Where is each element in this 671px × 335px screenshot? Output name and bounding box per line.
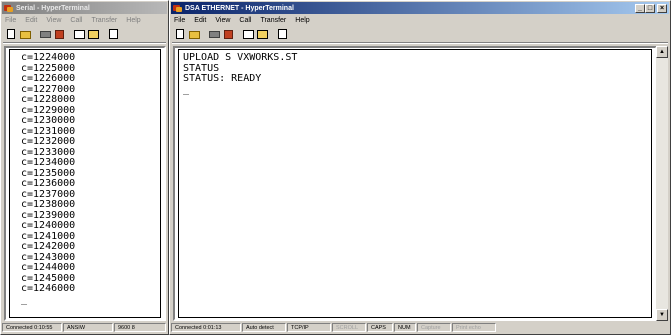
status-bar: Connected 0:10:55 ANSIW 9600 8 xyxy=(2,322,167,333)
terminal-output: UPLOAD S VXWORKS.ST STATUS STATUS: READY… xyxy=(183,52,298,95)
title-bar[interactable]: DSA ETHERNET - HyperTerminal _ □ × xyxy=(171,2,669,14)
status-scroll: SCROLL xyxy=(332,323,366,332)
serial-hyperterminal-window[interactable]: Serial - HyperTerminal File Edit View Ca… xyxy=(0,0,169,335)
status-print-echo: Print echo xyxy=(452,323,496,332)
menu-help[interactable]: Help xyxy=(124,17,140,24)
disconnect-icon[interactable] xyxy=(53,28,66,40)
menu-transfer[interactable]: Transfer xyxy=(258,17,286,24)
hyperterminal-app-icon xyxy=(4,4,13,13)
maximize-button[interactable]: □ xyxy=(645,4,655,13)
menu-help[interactable]: Help xyxy=(293,17,309,24)
toolbar xyxy=(172,27,668,41)
menu-transfer[interactable]: Transfer xyxy=(89,17,117,24)
menu-edit[interactable]: Edit xyxy=(192,17,206,24)
status-emulation: ANSIW xyxy=(63,323,113,332)
hyperterminal-app-icon xyxy=(173,4,182,13)
status-connected: Connected 0:01:13 xyxy=(171,323,241,332)
menu-view[interactable]: View xyxy=(213,17,230,24)
menu-view[interactable]: View xyxy=(44,17,61,24)
properties-page-icon[interactable] xyxy=(107,28,120,40)
scroll-up-icon[interactable]: ▲ xyxy=(656,46,668,58)
status-protocol: TCP/IP xyxy=(287,323,331,332)
menu-call[interactable]: Call xyxy=(237,17,251,24)
status-capture: Capture xyxy=(417,323,451,332)
toolbar xyxy=(3,27,166,41)
menu-file[interactable]: File xyxy=(172,17,185,24)
menu-edit[interactable]: Edit xyxy=(23,17,37,24)
window-controls: _ □ × xyxy=(635,4,667,13)
status-connected: Connected 0:10:55 xyxy=(2,323,62,332)
title-bar[interactable]: Serial - HyperTerminal xyxy=(2,2,167,14)
dsa-ethernet-hyperterminal-window[interactable]: DSA ETHERNET - HyperTerminal _ □ × File … xyxy=(169,0,671,335)
receive-icon[interactable] xyxy=(87,28,100,40)
vertical-scrollbar[interactable]: ▲ ▼ xyxy=(656,46,668,321)
open-icon[interactable] xyxy=(188,28,201,40)
close-button[interactable]: × xyxy=(657,4,667,13)
status-detect: Auto detect xyxy=(242,323,286,332)
status-bar: Connected 0:01:13 Auto detect TCP/IP SCR… xyxy=(171,322,669,333)
new-icon[interactable] xyxy=(174,28,187,40)
window-title: Serial - HyperTerminal xyxy=(16,4,90,12)
send-icon[interactable] xyxy=(73,28,86,40)
menu-bar: File Edit View Call Transfer Help xyxy=(3,15,166,26)
receive-icon[interactable] xyxy=(256,28,269,40)
menu-bar: File Edit View Call Transfer Help xyxy=(172,15,668,26)
disconnect-icon[interactable] xyxy=(222,28,235,40)
properties-icon[interactable] xyxy=(39,28,52,40)
menu-file[interactable]: File xyxy=(3,17,16,24)
scroll-down-icon[interactable]: ▼ xyxy=(656,309,668,321)
status-num: NUM xyxy=(394,323,416,332)
window-title: DSA ETHERNET - HyperTerminal xyxy=(185,4,294,12)
open-icon[interactable] xyxy=(19,28,32,40)
menu-call[interactable]: Call xyxy=(68,17,82,24)
send-icon[interactable] xyxy=(242,28,255,40)
minimize-button[interactable]: _ xyxy=(635,4,645,13)
terminal-output: c=1224000 c=1225000 c=1226000 c=1227000 … xyxy=(21,52,76,305)
toolbar-separator xyxy=(172,42,668,44)
toolbar-separator xyxy=(3,42,166,44)
terminal-area[interactable]: c=1224000 c=1225000 c=1226000 c=1227000 … xyxy=(4,46,166,321)
status-port: 9600 8 xyxy=(114,323,166,332)
status-caps: CAPS xyxy=(367,323,393,332)
new-icon[interactable] xyxy=(5,28,18,40)
properties-page-icon[interactable] xyxy=(276,28,289,40)
terminal-area[interactable]: UPLOAD S VXWORKS.ST STATUS STATUS: READY… xyxy=(173,46,657,321)
properties-icon[interactable] xyxy=(208,28,221,40)
